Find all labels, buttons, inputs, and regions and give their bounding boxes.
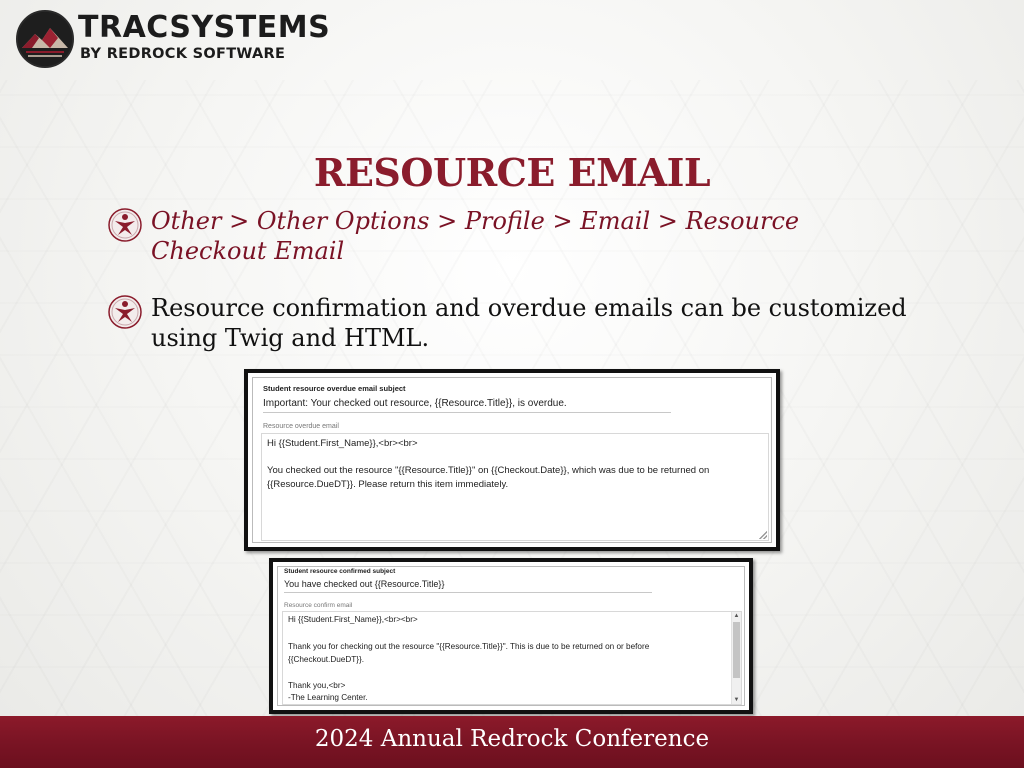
brand-name: TRACSYSTEMS [78,10,331,45]
footer-text: 2024 Annual Redrock Conference [314,726,710,752]
textarea-line: {{Resource.DueDT}}. Please return this i… [267,479,509,490]
confirm-subject-input[interactable]: You have checked out {{Resource.Title}} [284,579,444,589]
tracsystems-figure-icon [108,295,142,329]
textarea-line: {{Checkout.DueDT}}. [288,655,365,664]
overdue-subject-input[interactable]: Important: Your checked out resource, {{… [263,398,567,409]
bullet-text: Resource confirmation and overdue emails… [151,294,907,352]
mountain-logo-icon [16,10,74,68]
confirm-subject-label: Student resource confirmed subject [284,568,396,575]
textarea-line: -The Learning Center. [288,693,368,702]
bullet-text: Other > Other Options > Profile > Email … [151,207,800,265]
vertical-scrollbar[interactable]: ▲ ▼ [731,612,741,704]
slide-title: RESOURCE EMAIL [313,150,711,195]
tracsystems-figure-icon [108,208,142,242]
overdue-email-screenshot: Student resource overdue email subject I… [244,369,780,551]
textarea-line: Hi {{Student.First_Name}},<br><br> [288,615,418,624]
confirm-body-label: Resource confirm email [284,602,353,609]
overdue-body-label: Resource overdue email [263,423,339,430]
bullet-item: Other > Other Options > Profile > Email … [108,206,908,266]
textarea-line: You checked out the resource "{{Resource… [267,465,710,476]
scroll-thumb[interactable] [733,622,740,678]
overdue-body-textarea[interactable]: Hi {{Student.First_Name}},<br><br> You c… [261,433,769,541]
overdue-subject-label: Student resource overdue email subject [263,384,406,393]
subject-underline [284,592,652,593]
textarea-line: Hi {{Student.First_Name}},<br><br> [267,438,418,449]
brand-tagline: BY REDROCK SOFTWARE [80,46,286,62]
scroll-up-icon[interactable]: ▲ [732,612,741,620]
subject-underline [263,412,671,413]
confirm-body-textarea[interactable]: Hi {{Student.First_Name}},<br><br> Thank… [282,611,742,705]
scroll-down-icon[interactable]: ▼ [732,696,741,704]
company-logo: TRACSYSTEMS BY REDROCK SOFTWARE [14,8,330,68]
textarea-line: Thank you,<br> [288,681,346,690]
textarea-line: Thank you for checking out the resource … [288,642,650,651]
footer-bar: 2024 Annual Redrock Conference [0,716,1024,768]
bullet-item: Resource confirmation and overdue emails… [108,293,908,353]
resize-handle-icon[interactable] [759,531,767,539]
confirm-email-screenshot: Student resource confirmed subject You h… [269,558,753,714]
